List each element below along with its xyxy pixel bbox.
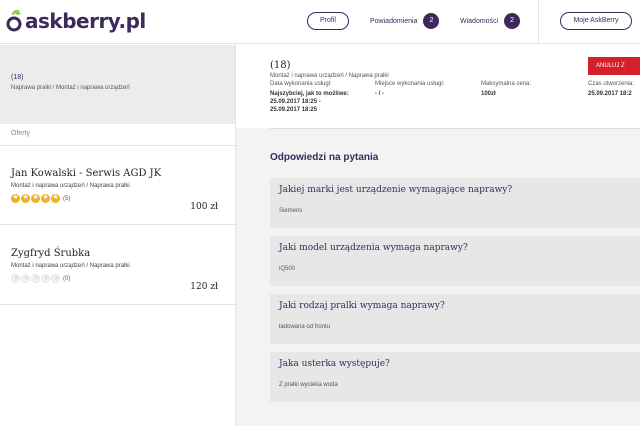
request-count: (18) [11, 74, 24, 81]
date-label: Data wykonania usługi: [270, 81, 332, 87]
offer-provider-name: Zygfryd Śrubka [11, 248, 91, 259]
star-icon [31, 193, 40, 203]
created-value: 25.09.2017 18:2 [588, 91, 632, 97]
qa-answer: iQ500 [279, 266, 296, 272]
messages-label: Wiadomości [460, 17, 499, 25]
request-breadcrumb: Naprawa pralki / Montaż i naprawa urządz… [11, 85, 130, 91]
star-icon [41, 193, 50, 203]
messages-link[interactable]: Wiadomości 2 [460, 13, 521, 30]
messages-badge: 2 [504, 13, 521, 29]
offer-category: Montaż i naprawa urządzeń / Naprawa pral… [11, 263, 130, 269]
date-value-line: Najszybciej, jak to możliwe: [270, 91, 349, 97]
offer-category: Montaż i naprawa urządzeń / Naprawa pral… [11, 183, 130, 189]
offer-price: 120 zł [190, 282, 218, 292]
profile-button[interactable]: Profil [307, 12, 349, 30]
offer-card[interactable]: Jan Kowalski - Serwis AGD JK Montaż i na… [0, 146, 236, 225]
notifications-label: Powiadomienia [370, 17, 418, 25]
date-value: Najszybciej, jak to możliwe: 25.09.2017 … [270, 90, 349, 114]
star-icon [21, 193, 30, 203]
qa-answer: ładowana od frontu [279, 324, 331, 330]
request-summary-panel[interactable]: (18) Naprawa pralki / Montaż i naprawa u… [0, 45, 236, 124]
star-icon [51, 193, 60, 203]
created-label: Czas utworzenia: [588, 81, 635, 87]
order-count: (18) [270, 60, 291, 71]
rating-count: (5) [63, 195, 71, 202]
rating-count: (0) [63, 275, 71, 282]
qa-question: Jakiej marki jest urządzenie wymagające … [279, 185, 513, 195]
offer-card[interactable]: Zygfryd Śrubka Montaż i naprawa urządzeń… [0, 226, 236, 305]
answers-heading: Odpowiedzi na pytania [270, 152, 379, 163]
top-header: askberry.pl Profil Powiadomienia 2 Wiadom… [0, 0, 640, 44]
max-price-value: 100zł [481, 91, 496, 97]
qa-question: Jaki rodzaj pralki wymaga naprawy? [279, 301, 445, 311]
qa-card: Jaka usterka występuje? Z pralki wycieka… [270, 352, 640, 402]
offers-heading: Oferty [11, 130, 31, 137]
place-value: - / - [375, 91, 384, 97]
qa-question: Jaki model urządzenia wymaga naprawy? [279, 243, 468, 253]
qa-card: Jaki model urządzenia wymaga naprawy? iQ… [270, 236, 640, 286]
qa-answer: Z pralki wycieka woda [279, 382, 338, 388]
logo-text: askberry.pl [25, 9, 146, 33]
qa-question: Jaka usterka występuje? [279, 359, 390, 369]
place-label: Miejsce wykonania usługi: [375, 81, 445, 87]
date-value-line: 25.09.2017 18:25 - [270, 99, 321, 105]
order-breadcrumb: Montaż i naprawa urządzeń / Naprawa pral… [270, 73, 389, 79]
offer-rating: (0) [11, 274, 71, 284]
qa-card: Jakiej marki jest urządzenie wymagające … [270, 178, 640, 228]
notifications-badge: 2 [423, 13, 440, 29]
divider [270, 128, 640, 129]
star-icon [41, 274, 51, 284]
offer-rating: (5) [11, 193, 71, 203]
offer-price: 100 zł [190, 202, 218, 212]
offer-provider-name: Jan Kowalski - Serwis AGD JK [11, 168, 162, 179]
qa-answer: Siemens [279, 208, 303, 214]
star-icon [11, 274, 21, 284]
notifications-link[interactable]: Powiadomienia 2 [370, 13, 440, 30]
cancel-order-button[interactable]: ANULUJ Z [588, 57, 640, 75]
star-icon [21, 274, 31, 284]
date-value-line: 25.09.2017 18:25 [270, 107, 318, 113]
star-icon [51, 274, 61, 284]
qa-card: Jaki rodzaj pralki wymaga naprawy? ładow… [270, 294, 640, 344]
max-price-label: Maksymalna cena: [481, 81, 532, 87]
star-icon [11, 193, 20, 203]
logo[interactable]: askberry.pl [6, 9, 146, 33]
askberry-logo-icon [6, 10, 22, 32]
star-icon [31, 274, 41, 284]
my-askberry-button[interactable]: Moje AskBerry [560, 12, 632, 30]
header-divider [538, 0, 539, 44]
